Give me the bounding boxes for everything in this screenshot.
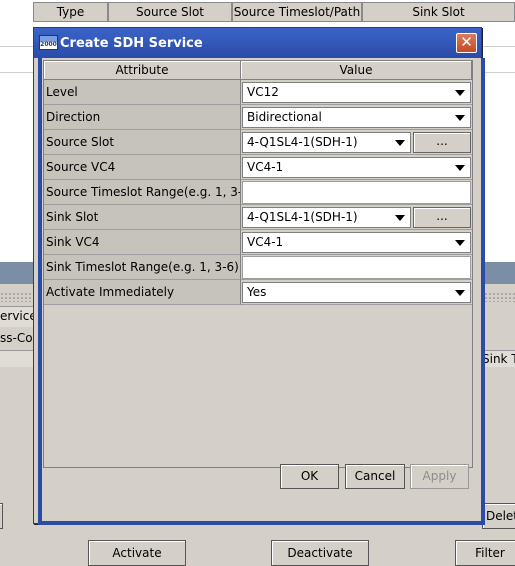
- table-row: Direction Bidirectional: [44, 105, 472, 130]
- source-vc4-value: VC4-1: [247, 160, 284, 174]
- close-icon[interactable]: ✕: [456, 33, 477, 53]
- app-logo-icon: 2000: [39, 35, 58, 50]
- sink-slot-value: 4-Q1SL4-1(SDH-1): [247, 210, 358, 224]
- value-cell: [241, 180, 472, 205]
- attribute-label: Level: [44, 80, 241, 105]
- create-sdh-service-dialog: 2000 Create SDH Service ✕ Attribute Valu…: [33, 27, 485, 525]
- column-header-source-slot[interactable]: Source Slot: [108, 2, 232, 22]
- dialog-title: Create SDH Service: [60, 36, 203, 51]
- column-header-sink-slot[interactable]: Sink Slot: [362, 2, 515, 22]
- attribute-label: Sink Slot: [44, 205, 241, 230]
- background-tab-cross-connect[interactable]: ss-Co: [0, 331, 33, 345]
- chevron-down-icon[interactable]: [395, 215, 405, 221]
- attribute-label: Source VC4: [44, 155, 241, 180]
- cancel-button[interactable]: Cancel: [345, 464, 405, 489]
- attribute-label: Direction: [44, 105, 241, 130]
- source-timeslot-range-input[interactable]: [242, 181, 471, 204]
- value-cell: VC4-1: [241, 155, 472, 180]
- sink-vc4-select[interactable]: VC4-1: [242, 232, 471, 253]
- activate-immediately-select[interactable]: Yes: [242, 282, 471, 303]
- level-value: VC12: [247, 85, 279, 99]
- value-cell: Yes: [241, 280, 472, 305]
- table-row: Sink Slot 4-Q1SL4-1(SDH-1) ...: [44, 205, 472, 230]
- source-vc4-select[interactable]: VC4-1: [242, 157, 471, 178]
- table-row: Level VC12: [44, 80, 472, 105]
- source-slot-select[interactable]: 4-Q1SL4-1(SDH-1): [242, 132, 411, 153]
- column-header-type[interactable]: Type: [33, 2, 108, 22]
- table-row: Source VC4 VC4-1: [44, 155, 472, 180]
- source-slot-value: 4-Q1SL4-1(SDH-1): [247, 135, 358, 149]
- background-header-strip: [0, 350, 36, 367]
- chevron-down-icon[interactable]: [395, 140, 405, 146]
- chevron-down-icon[interactable]: [455, 90, 465, 96]
- direction-value: Bidirectional: [247, 110, 322, 124]
- apply-button[interactable]: Apply: [410, 464, 469, 489]
- dialog-title-bar[interactable]: 2000 Create SDH Service ✕: [34, 28, 481, 58]
- chevron-down-icon[interactable]: [455, 240, 465, 246]
- attribute-table: Attribute Value Level VC12 Direction Bid…: [43, 60, 473, 468]
- column-header-attribute[interactable]: Attribute: [44, 61, 241, 80]
- column-header-value[interactable]: Value: [241, 61, 472, 80]
- attribute-label: Source Timeslot Range(e.g. 1, 3-...: [44, 180, 241, 205]
- table-row: Sink Timeslot Range(e.g. 1, 3-6): [44, 255, 472, 280]
- table-row: Source Timeslot Range(e.g. 1, 3-...: [44, 180, 472, 205]
- attribute-label: Source Slot: [44, 130, 241, 155]
- table-row: Sink VC4 VC4-1: [44, 230, 472, 255]
- table-row: Activate Immediately Yes: [44, 280, 472, 305]
- delete-button[interactable]: Delet: [482, 503, 515, 529]
- chevron-down-icon[interactable]: [455, 290, 465, 296]
- sink-slot-select[interactable]: 4-Q1SL4-1(SDH-1): [242, 207, 411, 228]
- sink-timeslot-range-input[interactable]: [242, 256, 471, 279]
- filter-button[interactable]: Filter: [455, 540, 515, 566]
- chevron-down-icon[interactable]: [455, 165, 465, 171]
- background-edge-button[interactable]: [0, 503, 3, 529]
- level-select[interactable]: VC12: [242, 82, 471, 103]
- value-cell: 4-Q1SL4-1(SDH-1) ...: [241, 130, 472, 155]
- table-row: Source Slot 4-Q1SL4-1(SDH-1) ...: [44, 130, 472, 155]
- activate-button[interactable]: Activate: [88, 540, 186, 566]
- column-header-source-timeslot[interactable]: Source Timeslot/Path: [232, 2, 362, 22]
- value-cell: VC4-1: [241, 230, 472, 255]
- attribute-label: Sink Timeslot Range(e.g. 1, 3-6): [44, 255, 241, 280]
- value-cell: [241, 255, 472, 280]
- value-cell: Bidirectional: [241, 105, 472, 130]
- attribute-label: Sink VC4: [44, 230, 241, 255]
- chevron-down-icon[interactable]: [455, 115, 465, 121]
- deactivate-button[interactable]: Deactivate: [271, 540, 369, 566]
- sink-slot-browse-button[interactable]: ...: [413, 207, 471, 228]
- background-column-sink: Sink T: [482, 352, 515, 366]
- ok-button[interactable]: OK: [280, 464, 339, 489]
- value-cell: VC12: [241, 80, 472, 105]
- attribute-label: Activate Immediately: [44, 280, 241, 305]
- activate-immediately-value: Yes: [247, 285, 267, 299]
- sink-vc4-value: VC4-1: [247, 235, 284, 249]
- value-cell: 4-Q1SL4-1(SDH-1) ...: [241, 205, 472, 230]
- source-slot-browse-button[interactable]: ...: [413, 132, 471, 153]
- direction-select[interactable]: Bidirectional: [242, 107, 471, 128]
